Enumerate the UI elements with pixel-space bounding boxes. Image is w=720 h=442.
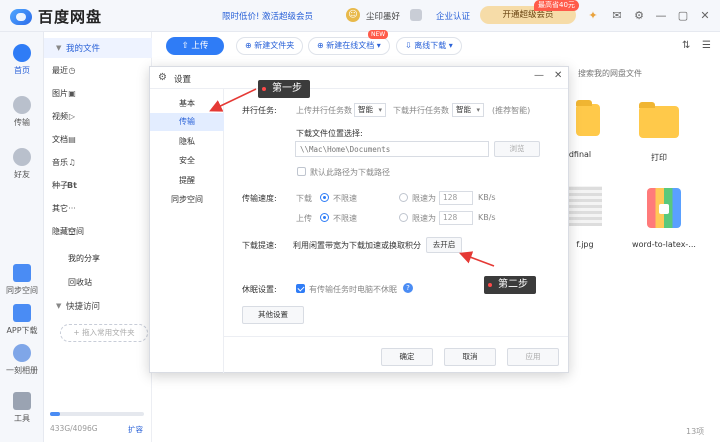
- step2-arrow: [459, 251, 495, 267]
- step2-label: 第二步: [498, 279, 528, 290]
- step1-annotation: 第一步: [258, 80, 310, 98]
- step1-arrow: [209, 88, 257, 112]
- step1-label: 第一步: [272, 83, 302, 94]
- annotation-dot: [262, 87, 266, 91]
- step2-annotation: 第二步: [484, 276, 536, 294]
- annotation-arrows: [209, 88, 495, 267]
- annotation-dot: [488, 283, 492, 287]
